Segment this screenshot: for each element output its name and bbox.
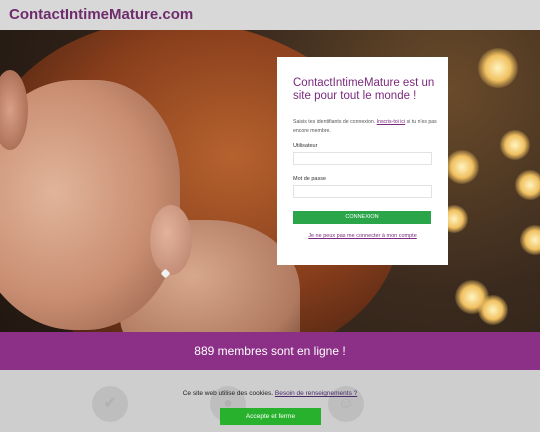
login-card: ContactIntimeMature est un site pour tou… [277, 57, 448, 265]
login-desc-text: Saisis tes identifiants de connexion. [293, 119, 376, 125]
cookie-info-link[interactable]: Besoin de renseignements ? [275, 390, 357, 397]
ear [150, 205, 192, 275]
hero-image [0, 30, 540, 332]
bokeh-light [520, 225, 540, 255]
cookie-message: Ce site web utilise des cookies. Besoin … [0, 390, 540, 397]
forgot-account-link[interactable]: Je ne peux pas me connecter à mon compte [277, 233, 448, 239]
login-description: Saisis tes identifiants de connexion. In… [293, 118, 438, 136]
bokeh-light [515, 170, 540, 200]
password-label: Mot de passe [293, 176, 327, 182]
accept-cookies-button[interactable]: Accepte et ferme [220, 408, 321, 425]
bokeh-light [478, 295, 508, 325]
username-field[interactable] [293, 152, 432, 165]
signup-link[interactable]: Inscris-toi ici [377, 119, 406, 125]
site-header: ContactIntimeMature.com [0, 0, 540, 30]
login-title: ContactIntimeMature est un site pour tou… [293, 77, 435, 102]
username-label: Utilisateur [293, 143, 318, 149]
cookie-text: Ce site web utilise des cookies. [182, 390, 274, 397]
site-logo[interactable]: ContactIntimeMature.com [9, 6, 193, 23]
bokeh-light [478, 48, 518, 88]
online-members-banner: 889 membres sont en ligne ! [0, 332, 540, 370]
password-field[interactable] [293, 185, 432, 198]
login-button[interactable]: CONNEXION [293, 211, 431, 224]
bokeh-light [500, 130, 530, 160]
bokeh-light [445, 150, 479, 184]
cookie-banner: Ce site web utilise des cookies. Besoin … [0, 370, 540, 432]
